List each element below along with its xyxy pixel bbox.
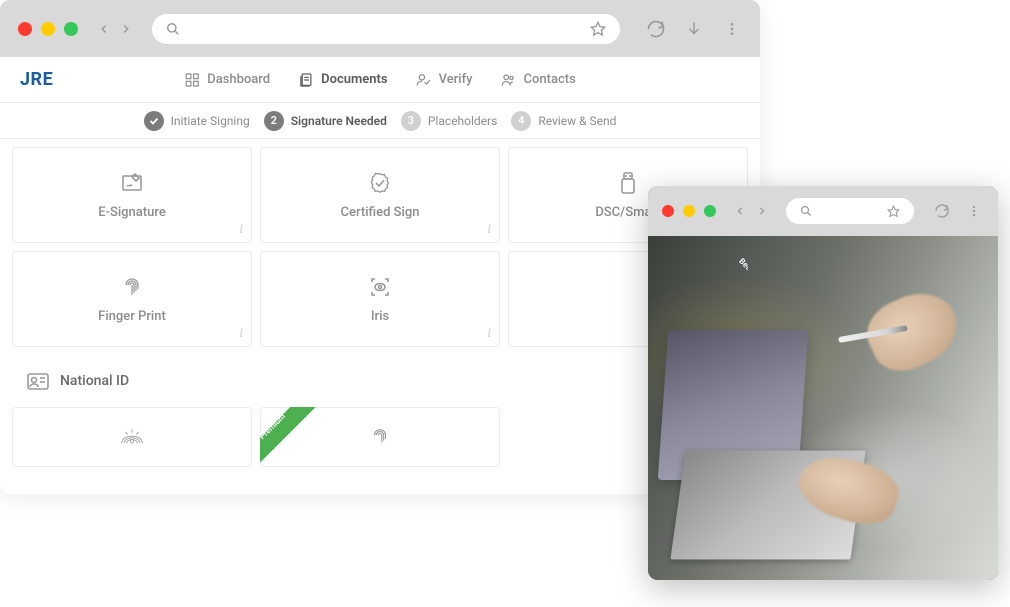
- step-2-badge: 2: [264, 111, 284, 131]
- step-3-badge: 3: [401, 111, 421, 131]
- stepper: Initiate Signing 2 Signature Needed 3 Pl…: [0, 103, 760, 139]
- info-icon[interactable]: i: [487, 222, 491, 238]
- main-browser-window: JRE Dashboard Documents Verify: [0, 0, 760, 494]
- overlay-menu-button[interactable]: [964, 201, 984, 221]
- overlay-maximize-button[interactable]: [704, 205, 716, 217]
- dashboard-icon: [184, 72, 200, 88]
- nav-dashboard[interactable]: Dashboard: [184, 72, 270, 88]
- overlay-close-button[interactable]: [662, 205, 674, 217]
- nav-documents-label: Documents: [321, 72, 387, 87]
- info-icon[interactable]: i: [239, 326, 243, 342]
- traffic-lights: [18, 22, 78, 36]
- overlay-address-bar[interactable]: [786, 198, 914, 224]
- overlay-traffic-lights: [662, 205, 716, 217]
- search-icon: [166, 22, 180, 36]
- app-logo: JRE: [20, 69, 53, 90]
- minimize-window-button[interactable]: [41, 22, 55, 36]
- close-window-button[interactable]: [18, 22, 32, 36]
- overlay-browser-chrome: [648, 186, 998, 236]
- search-icon: [800, 205, 812, 217]
- nav-verify-label: Verify: [439, 72, 473, 87]
- step-review[interactable]: 4 Review & Send: [511, 111, 616, 131]
- card-fingerprint-label: Finger Print: [98, 309, 166, 324]
- maximize-window-button[interactable]: [64, 22, 78, 36]
- overlay-reload-button[interactable]: [932, 201, 952, 221]
- overlay-content-image: [648, 236, 998, 580]
- card-e-signature[interactable]: E-Signature i: [12, 147, 252, 243]
- contacts-icon: [501, 72, 517, 88]
- nav-dashboard-label: Dashboard: [207, 72, 270, 87]
- overlay-browser-window: [648, 186, 998, 580]
- usb-icon: [616, 171, 640, 195]
- iris-icon: [368, 275, 392, 299]
- download-button[interactable]: [684, 19, 704, 39]
- card-certified-sign[interactable]: Certified Sign i: [260, 147, 500, 243]
- bookmark-star-icon[interactable]: [590, 21, 606, 37]
- card-iris[interactable]: Iris i: [260, 251, 500, 347]
- step-initiate-label: Initiate Signing: [171, 114, 250, 128]
- section-national-id: National ID: [8, 347, 752, 407]
- forward-button[interactable]: [118, 21, 134, 37]
- overlay-forward-button[interactable]: [754, 203, 770, 219]
- nav-verify[interactable]: Verify: [416, 72, 473, 88]
- back-button[interactable]: [96, 21, 112, 37]
- browser-chrome: [0, 0, 760, 57]
- certified-sign-icon: [368, 171, 392, 195]
- address-bar[interactable]: [152, 14, 620, 44]
- overlay-bookmark-icon[interactable]: [887, 205, 900, 218]
- chrome-actions: [646, 19, 742, 39]
- step-initiate[interactable]: Initiate Signing: [144, 111, 250, 131]
- step-done-check-icon: [144, 111, 164, 131]
- nav-arrows: [96, 21, 134, 37]
- section-national-id-label: National ID: [60, 373, 129, 389]
- fingerprint-icon: [120, 275, 144, 299]
- card-certified-sign-label: Certified Sign: [341, 205, 420, 220]
- step-placeholders[interactable]: 3 Placeholders: [401, 111, 497, 131]
- step-signature-label: Signature Needed: [291, 114, 387, 128]
- step-placeholders-label: Placeholders: [428, 114, 497, 128]
- info-icon[interactable]: i: [239, 222, 243, 238]
- step-4-badge: 4: [511, 111, 531, 131]
- overlay-nav-arrows: [732, 203, 770, 219]
- card-national-id-2[interactable]: Premium: [260, 407, 500, 467]
- overlay-back-button[interactable]: [732, 203, 748, 219]
- app-header: JRE Dashboard Documents Verify: [0, 57, 760, 103]
- verify-icon: [416, 72, 432, 88]
- card-e-signature-label: E-Signature: [98, 205, 166, 220]
- overlay-minimize-button[interactable]: [683, 205, 695, 217]
- fingerprint-icon: [368, 425, 392, 449]
- premium-ribbon: Premium: [260, 407, 320, 467]
- overlay-chrome-actions: [932, 201, 984, 221]
- nav-contacts-label: Contacts: [524, 72, 576, 87]
- main-nav: Dashboard Documents Verify Contacts: [184, 72, 576, 88]
- step-signature[interactable]: 2 Signature Needed: [264, 111, 387, 131]
- documents-icon: [298, 72, 314, 88]
- signature-methods-grid: E-Signature i Certified Sign i DSC/Smart…: [0, 139, 760, 475]
- id-card-icon: [26, 369, 50, 393]
- aadhaar-icon: [120, 425, 144, 449]
- card-fingerprint[interactable]: Finger Print i: [12, 251, 252, 347]
- e-signature-icon: [120, 171, 144, 195]
- info-icon[interactable]: i: [487, 326, 491, 342]
- nav-documents[interactable]: Documents: [298, 72, 387, 88]
- menu-button[interactable]: [722, 19, 742, 39]
- nav-contacts[interactable]: Contacts: [501, 72, 576, 88]
- reload-button[interactable]: [646, 19, 666, 39]
- step-review-label: Review & Send: [538, 114, 616, 128]
- card-iris-label: Iris: [371, 309, 389, 324]
- card-national-id-1[interactable]: [12, 407, 252, 467]
